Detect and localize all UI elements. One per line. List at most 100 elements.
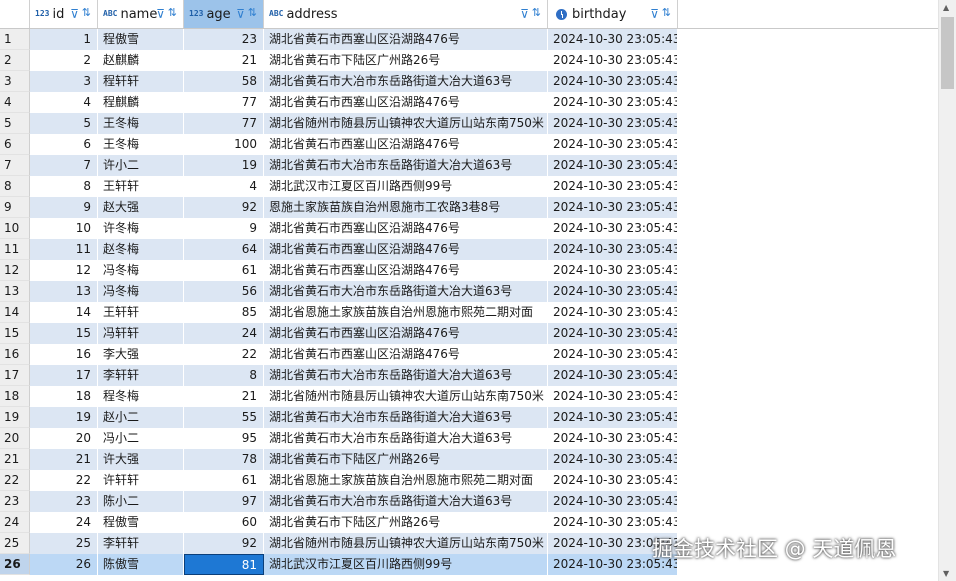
cell-name[interactable]: 程傲雪: [98, 512, 184, 533]
cell-age[interactable]: 9: [184, 218, 264, 239]
cell-address[interactable]: 湖北省黄石市西塞山区沿湖路476号: [264, 29, 548, 50]
row-number-cell[interactable]: 6: [0, 134, 30, 155]
cell-age[interactable]: 21: [184, 50, 264, 71]
row-number-cell[interactable]: 21: [0, 449, 30, 470]
cell-birthday[interactable]: 2024-10-30 23:05:43: [548, 365, 678, 386]
cell-id[interactable]: 13: [30, 281, 98, 302]
cell-name[interactable]: 许小二: [98, 155, 184, 176]
cell-name[interactable]: 冯轩轩: [98, 323, 184, 344]
cell-age[interactable]: 58: [184, 71, 264, 92]
cell-address[interactable]: 湖北省黄石市西塞山区沿湖路476号: [264, 323, 548, 344]
cell-name[interactable]: 赵麒麟: [98, 50, 184, 71]
cell-address[interactable]: 湖北省黄石市西塞山区沿湖路476号: [264, 218, 548, 239]
cell-name[interactable]: 李轩轩: [98, 533, 184, 554]
cell-id[interactable]: 4: [30, 92, 98, 113]
cell-birthday[interactable]: 2024-10-30 23:05:43: [548, 134, 678, 155]
cell-birthday[interactable]: 2024-10-30 23:05:43: [548, 386, 678, 407]
table-row[interactable]: 4 4 程麒麟 77 湖北省黄石市西塞山区沿湖路476号 2024-10-30 23:05…: [0, 92, 939, 113]
cell-address[interactable]: 恩施土家族苗族自治州恩施市工农路3巷8号: [264, 197, 548, 218]
row-number-cell[interactable]: 11: [0, 239, 30, 260]
cell-age[interactable]: 61: [184, 470, 264, 491]
row-number-cell[interactable]: 7: [0, 155, 30, 176]
cell-age[interactable]: 8: [184, 365, 264, 386]
row-number-cell[interactable]: 8: [0, 176, 30, 197]
cell-birthday[interactable]: 2024-10-30 23:05:43: [548, 260, 678, 281]
cell-id[interactable]: 20: [30, 428, 98, 449]
filter-icon[interactable]: ⊽: [70, 7, 79, 21]
table-row[interactable]: 23 23 陈小二 97 湖北省黄石市大冶市东岳路街道大冶大道63号 2024-10-30…: [0, 491, 939, 512]
cell-age[interactable]: 81: [184, 554, 264, 575]
cell-address[interactable]: 湖北省随州市随县厉山镇神农大道厉山站东南750米: [264, 386, 548, 407]
cell-id[interactable]: 22: [30, 470, 98, 491]
row-number-cell[interactable]: 15: [0, 323, 30, 344]
table-row[interactable]: 24 24 程傲雪 60 湖北省黄石市下陆区广州路26号 2024-10-30 23:05…: [0, 512, 939, 533]
cell-name[interactable]: 许轩轩: [98, 470, 184, 491]
cell-age[interactable]: 21: [184, 386, 264, 407]
row-number-header[interactable]: [0, 0, 30, 28]
cell-birthday[interactable]: 2024-10-30 23:05:43: [548, 197, 678, 218]
cell-name[interactable]: 赵冬梅: [98, 239, 184, 260]
table-row[interactable]: 11 11 赵冬梅 64 湖北省黄石市西塞山区沿湖路476号 2024-10-30 23:…: [0, 239, 939, 260]
cell-age[interactable]: 77: [184, 113, 264, 134]
cell-name[interactable]: 程傲雪: [98, 29, 184, 50]
filter-icon[interactable]: ⊽: [650, 7, 659, 21]
cell-name[interactable]: 冯冬梅: [98, 281, 184, 302]
column-header-name[interactable]: ABC name ⊽ ⇅: [98, 0, 184, 28]
cell-id[interactable]: 17: [30, 365, 98, 386]
cell-address[interactable]: 湖北省黄石市大冶市东岳路街道大冶大道63号: [264, 365, 548, 386]
column-header-address[interactable]: ABC address ⊽ ⇅: [264, 0, 548, 28]
sort-icon[interactable]: ⇅: [248, 6, 257, 19]
cell-age[interactable]: 56: [184, 281, 264, 302]
table-row[interactable]: 5 5 王冬梅 77 湖北省随州市随县厉山镇神农大道厉山站东南750米 2024-10-3…: [0, 113, 939, 134]
cell-birthday[interactable]: 2024-10-30 23:05:43: [548, 428, 678, 449]
cell-address[interactable]: 湖北省恩施土家族苗族自治州恩施市熙苑二期对面: [264, 302, 548, 323]
cell-address[interactable]: 湖北省黄石市大冶市东岳路街道大冶大道63号: [264, 71, 548, 92]
table-row[interactable]: 12 12 冯冬梅 61 湖北省黄石市西塞山区沿湖路476号 2024-10-30 23:…: [0, 260, 939, 281]
vertical-scrollbar[interactable]: ▲ ▼: [938, 0, 956, 581]
cell-birthday[interactable]: 2024-10-30 23:05:43: [548, 71, 678, 92]
row-number-cell[interactable]: 19: [0, 407, 30, 428]
cell-age[interactable]: 23: [184, 29, 264, 50]
cell-address[interactable]: 湖北省黄石市大冶市东岳路街道大冶大道63号: [264, 428, 548, 449]
cell-birthday[interactable]: 2024-10-30 23:05:43: [548, 512, 678, 533]
row-number-cell[interactable]: 14: [0, 302, 30, 323]
cell-birthday[interactable]: 2024-10-30 23:05:43: [548, 239, 678, 260]
row-number-cell[interactable]: 13: [0, 281, 30, 302]
cell-birthday[interactable]: 2024-10-30 23:05:43: [548, 323, 678, 344]
cell-address[interactable]: 湖北省恩施土家族苗族自治州恩施市熙苑二期对面: [264, 470, 548, 491]
cell-age[interactable]: 55: [184, 407, 264, 428]
table-row[interactable]: 10 10 许冬梅 9 湖北省黄石市西塞山区沿湖路476号 2024-10-30 23:0…: [0, 218, 939, 239]
table-row[interactable]: 15 15 冯轩轩 24 湖北省黄石市西塞山区沿湖路476号 2024-10-30 23:…: [0, 323, 939, 344]
cell-age[interactable]: 64: [184, 239, 264, 260]
cell-address[interactable]: 湖北省黄石市西塞山区沿湖路476号: [264, 239, 548, 260]
cell-id[interactable]: 7: [30, 155, 98, 176]
table-row[interactable]: 18 18 程冬梅 21 湖北省随州市随县厉山镇神农大道厉山站东南750米 2024-10…: [0, 386, 939, 407]
cell-address[interactable]: 湖北省黄石市大冶市东岳路街道大冶大道63号: [264, 281, 548, 302]
cell-birthday[interactable]: 2024-10-30 23:05:43: [548, 29, 678, 50]
cell-id[interactable]: 9: [30, 197, 98, 218]
cell-id[interactable]: 8: [30, 176, 98, 197]
row-number-cell[interactable]: 9: [0, 197, 30, 218]
cell-age[interactable]: 78: [184, 449, 264, 470]
sort-icon[interactable]: ⇅: [662, 6, 671, 19]
cell-address[interactable]: 湖北省黄石市大冶市东岳路街道大冶大道63号: [264, 407, 548, 428]
cell-name[interactable]: 王冬梅: [98, 134, 184, 155]
cell-birthday[interactable]: 2024-10-30 23:05:43: [548, 407, 678, 428]
table-row[interactable]: 17 17 李轩轩 8 湖北省黄石市大冶市东岳路街道大冶大道63号 2024-10-30 …: [0, 365, 939, 386]
cell-birthday[interactable]: 2024-10-30 23:05:43: [548, 470, 678, 491]
cell-address[interactable]: 湖北省黄石市西塞山区沿湖路476号: [264, 260, 548, 281]
cell-address[interactable]: 湖北省黄石市西塞山区沿湖路476号: [264, 92, 548, 113]
cell-id[interactable]: 6: [30, 134, 98, 155]
row-number-cell[interactable]: 3: [0, 71, 30, 92]
cell-id[interactable]: 24: [30, 512, 98, 533]
cell-age[interactable]: 61: [184, 260, 264, 281]
cell-address[interactable]: 湖北武汉市江夏区百川路西侧99号: [264, 176, 548, 197]
cell-age[interactable]: 85: [184, 302, 264, 323]
cell-id[interactable]: 15: [30, 323, 98, 344]
row-number-cell[interactable]: 17: [0, 365, 30, 386]
cell-address[interactable]: 湖北省黄石市下陆区广州路26号: [264, 512, 548, 533]
cell-address[interactable]: 湖北省黄石市下陆区广州路26号: [264, 50, 548, 71]
cell-birthday[interactable]: 2024-10-30 23:05:43: [548, 449, 678, 470]
table-row[interactable]: 13 13 冯冬梅 56 湖北省黄石市大冶市东岳路街道大冶大道63号 2024-10-30…: [0, 281, 939, 302]
row-number-cell[interactable]: 5: [0, 113, 30, 134]
